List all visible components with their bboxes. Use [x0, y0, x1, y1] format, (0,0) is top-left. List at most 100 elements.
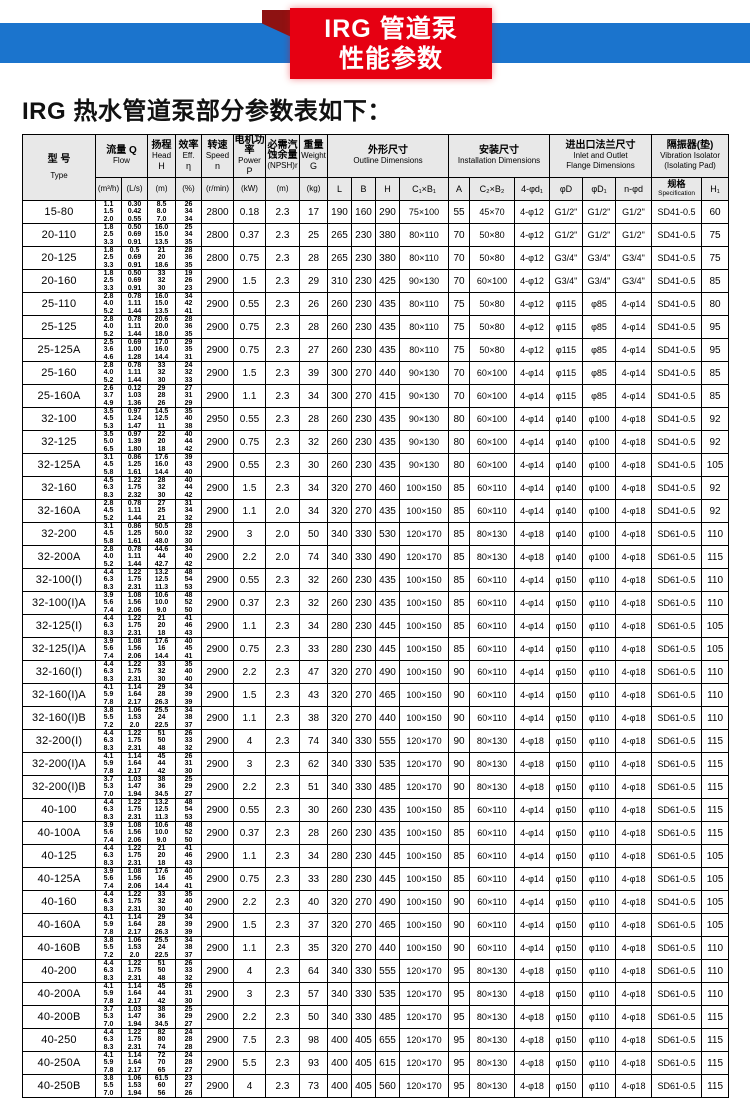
cell-npsh: 2.3 — [265, 821, 300, 845]
cell-outline-H: 435 — [375, 315, 400, 339]
table-row: 32-125(I)A 3.9 5.6 7.4 1.08 1.56 2.06 17.6 16 14.… — [22, 637, 730, 661]
cell-flange-D: φ150 — [549, 637, 584, 661]
cell-flange-nd: 4-φ18 — [615, 844, 653, 868]
cell-outline-B: 330 — [351, 729, 376, 753]
cell-install-c2b2: 60×100 — [469, 407, 515, 431]
cell-power: 0.37 — [233, 223, 266, 247]
cell-install-d1: 4-φ12 — [513, 315, 551, 339]
cell-outline-L: 340 — [327, 982, 352, 1006]
cell-speed: 2900 — [201, 361, 234, 385]
table-row: 32-200(I) 4.4 6.3 8.3 1.22 1.75 2.31 51 50 48 26 33… — [22, 729, 730, 753]
cell-flow-m3h: 3.1 4.5 5.8 — [95, 453, 122, 477]
cell-isolator-H1: 92 — [701, 476, 730, 500]
cell-install-d1: 4-φ14 — [513, 568, 551, 592]
cell-efficiency: 40 44 42 — [175, 476, 202, 500]
cell-install-d1: 4-φ14 — [513, 591, 551, 615]
header-col-specification: 规格 Specification — [651, 177, 703, 201]
cell-flow-m3h: 3.5 5.0 6.5 — [95, 430, 122, 454]
cell-flange-D: G3/4" — [549, 269, 584, 293]
cell-speed: 2900 — [201, 384, 234, 408]
cell-isolator-spec: SD61-0.5 — [651, 844, 703, 868]
cell-weight: 34 — [299, 614, 328, 638]
cell-power: 0.55 — [233, 568, 266, 592]
spec-table-container: 型 号 Type 流量 Q Flow 扬程 Head H 效率 Eff. η 转… — [22, 134, 730, 1098]
cell-flange-nd: 4-φ18 — [615, 1028, 653, 1052]
cell-outline-B: 230 — [351, 246, 376, 270]
cell-flange-D1: φ110 — [582, 660, 617, 684]
cell-flow-m3h: 2.5 3.6 4.6 — [95, 338, 122, 362]
cell-flange-D: φ140 — [549, 476, 584, 500]
cell-install-d1: 4-φ18 — [513, 752, 551, 776]
cell-power: 0.75 — [233, 637, 266, 661]
cell-isolator-spec: SD61-0.5 — [651, 752, 703, 776]
cell-head: 25.5 24 22.5 — [147, 936, 176, 960]
cell-model: 25-160A — [22, 384, 96, 408]
cell-flange-nd: 4-φ18 — [615, 913, 653, 937]
cell-isolator-H1: 115 — [701, 821, 730, 845]
table-row: 40-160 4.4 6.3 8.3 1.22 1.75 2.31 33 32 30 35 40 40 2… — [22, 890, 730, 914]
cell-npsh: 2.3 — [265, 315, 300, 339]
cell-outline-L: 260 — [327, 407, 352, 431]
cell-flow-m3h: 2.8 4.0 5.2 — [95, 315, 122, 339]
cell-flow-m3h: 1.8 2.5 3.3 — [95, 246, 122, 270]
cell-head: 20.6 20.0 18.0 — [147, 315, 176, 339]
cell-outline-c1b1: 120×170 — [399, 1074, 449, 1098]
cell-outline-c1b1: 100×150 — [399, 683, 449, 707]
cell-outline-H: 555 — [375, 959, 400, 983]
header-unit-flow-m3h: (m³/h) — [95, 177, 122, 201]
cell-isolator-H1: 75 — [701, 223, 730, 247]
cell-outline-B: 270 — [351, 499, 376, 523]
cell-install-A: 90 — [448, 936, 470, 960]
cell-flow-ls: 0.50 0.69 0.91 — [121, 269, 148, 293]
header-col-B: B — [351, 177, 376, 201]
cell-model: 40-160B — [22, 936, 96, 960]
cell-install-A: 85 — [448, 545, 470, 569]
cell-outline-B: 230 — [351, 338, 376, 362]
cell-install-A: 70 — [448, 223, 470, 247]
cell-outline-c1b1: 100×150 — [399, 867, 449, 891]
cell-flange-D: φ115 — [549, 361, 584, 385]
cell-install-A: 95 — [448, 982, 470, 1006]
cell-isolator-H1: 80 — [701, 292, 730, 316]
cell-isolator-spec: SD61-0.5 — [651, 591, 703, 615]
cell-install-A: 80 — [448, 407, 470, 431]
cell-outline-B: 230 — [351, 315, 376, 339]
cell-npsh: 2.3 — [265, 384, 300, 408]
cell-outline-c1b1: 100×150 — [399, 936, 449, 960]
cell-flange-D1: φ110 — [582, 867, 617, 891]
cell-outline-H: 445 — [375, 614, 400, 638]
table-row: 40-100 4.4 6.3 8.3 1.22 1.75 2.31 13.2 12.5 11.3 4… — [22, 798, 730, 822]
cell-outline-B: 230 — [351, 568, 376, 592]
cell-flange-nd: 4-φ18 — [615, 476, 653, 500]
cell-efficiency: 26 34 34 — [175, 200, 202, 224]
cell-flange-nd: 4-φ18 — [615, 637, 653, 661]
cell-head: 33 32 30 — [147, 660, 176, 684]
cell-install-c2b2: 60×110 — [469, 476, 515, 500]
cell-install-c2b2: 60×110 — [469, 798, 515, 822]
cell-outline-c1b1: 80×110 — [399, 246, 449, 270]
table-row: 32-200A 2.8 4.0 5.2 0.78 1.11 1.44 44.6 44 42.7 34… — [22, 545, 730, 569]
cell-npsh: 2.3 — [265, 1005, 300, 1029]
cell-speed: 2900 — [201, 338, 234, 362]
cell-outline-c1b1: 80×110 — [399, 292, 449, 316]
cell-isolator-spec: SD41-0.5 — [651, 200, 703, 224]
cell-install-c2b2: 80×130 — [469, 775, 515, 799]
cell-npsh: 2.3 — [265, 936, 300, 960]
cell-isolator-spec: SD41-0.5 — [651, 246, 703, 270]
cell-npsh: 2.3 — [265, 407, 300, 431]
cell-head: 38 36 34.5 — [147, 1005, 176, 1029]
cell-flow-m3h: 4.1 5.9 7.8 — [95, 683, 122, 707]
cell-weight: 40 — [299, 890, 328, 914]
cell-npsh: 2.3 — [265, 844, 300, 868]
cell-flow-m3h: 3.9 5.6 7.4 — [95, 867, 122, 891]
cell-efficiency: 34 39 39 — [175, 913, 202, 937]
cell-outline-H: 535 — [375, 982, 400, 1006]
cell-install-A: 70 — [448, 361, 470, 385]
cell-outline-H: 485 — [375, 1005, 400, 1029]
cell-install-A: 90 — [448, 683, 470, 707]
cell-outline-L: 320 — [327, 660, 352, 684]
table-row: 25-125 2.8 4.0 5.2 0.78 1.11 1.44 20.6 20.0 18.0 2… — [22, 315, 730, 339]
cell-install-d1: 4-φ12 — [513, 269, 551, 293]
cell-head: 21 20 18 — [147, 614, 176, 638]
cell-outline-H: 425 — [375, 269, 400, 293]
